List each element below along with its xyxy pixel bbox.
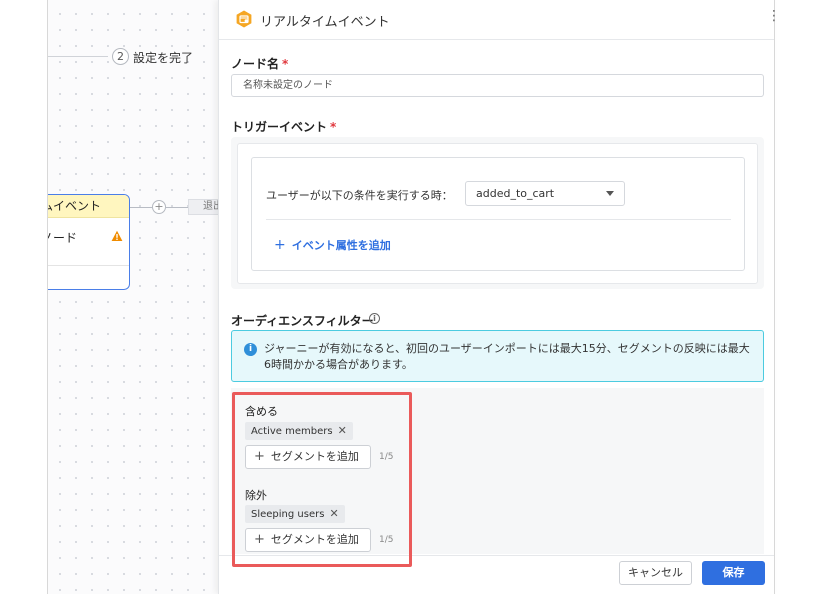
info-icon[interactable]: i	[369, 313, 380, 324]
panel-header: リアルタイムイベント ⋮	[219, 0, 781, 40]
node-name-label: ノード名 *	[231, 57, 289, 71]
exit-node-label[interactable]: 退出	[188, 199, 218, 215]
condition-label: ユーザーが以下の条件を実行する時：	[266, 189, 453, 202]
step-connector-line	[48, 56, 108, 57]
step-label: 設定を完了	[133, 51, 194, 65]
add-step-plus-icon[interactable]: +	[152, 200, 166, 214]
step-number-badge: 2	[112, 48, 129, 65]
required-mark: *	[282, 57, 289, 71]
journey-canvas[interactable]: 2 設定を完了 ムイベント ノード + 退出	[47, 0, 218, 594]
node-name-input[interactable]: 名称未設定のノード	[231, 74, 764, 97]
plus-icon: +	[274, 237, 286, 253]
cancel-button[interactable]: キャンセル	[619, 561, 692, 585]
warning-icon	[111, 230, 123, 241]
divider	[266, 219, 731, 220]
realtime-event-icon	[236, 10, 252, 28]
caret-down-icon	[606, 191, 614, 196]
panel-title: リアルタイムイベント	[260, 15, 390, 30]
event-node-name: ノード	[48, 231, 78, 245]
event-node-card[interactable]: ムイベント ノード	[48, 194, 130, 290]
connector-line	[166, 207, 188, 208]
highlight-annotation	[232, 392, 412, 567]
more-options-icon[interactable]: ⋮	[767, 9, 781, 23]
audience-filter-label: オーディエンスフィルター	[231, 314, 374, 328]
required-mark: *	[330, 120, 337, 134]
save-button[interactable]: 保存	[702, 561, 765, 585]
event-select-value: added_to_cart	[476, 187, 555, 200]
event-node-divider	[48, 265, 129, 266]
event-select[interactable]: added_to_cart	[465, 181, 625, 206]
node-settings-panel: リアルタイムイベント ⋮ ノード名 * 名称未設定のノード トリガーイベント * ユ…	[218, 0, 781, 594]
info-icon: i	[244, 343, 257, 356]
connector-line	[130, 207, 152, 208]
event-node-title: ムイベント	[48, 195, 129, 218]
notice-text: ジャーニーが有効になると、初回のユーザーインポートには最大15分、セグメントの反…	[264, 342, 750, 371]
info-notice: i ジャーニーが有効になると、初回のユーザーインポートには最大15分、セグメント…	[231, 330, 764, 382]
trigger-condition-box	[251, 157, 745, 271]
add-event-attribute-button[interactable]: + イベント属性を追加	[274, 237, 391, 253]
trigger-event-label: トリガーイベント *	[231, 120, 337, 134]
app-window: 2 設定を完了 ムイベント ノード + 退出 リアルタイムイベント	[0, 0, 826, 594]
